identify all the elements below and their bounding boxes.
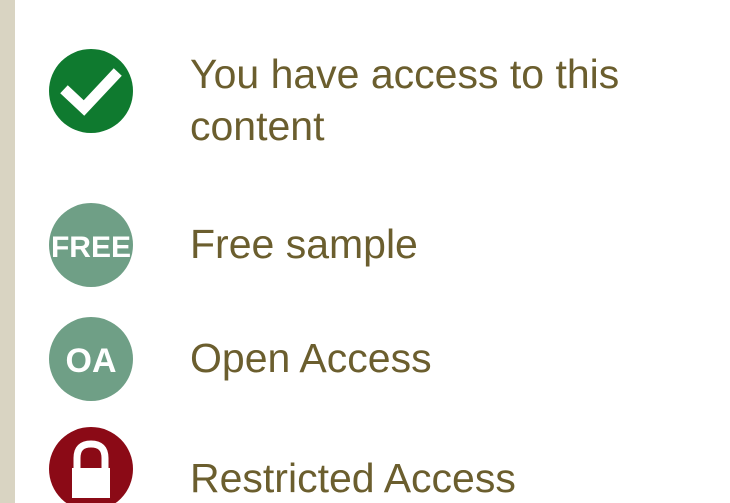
open-access-icon: OA [48,316,134,402]
legend-label-free: Free sample [190,221,418,267]
free-badge-text: FREE [51,231,131,264]
access-legend: You have access to this content FREE Fre… [0,0,730,503]
free-badge-icon: FREE [48,202,134,288]
legend-label-access: You have access to this content [190,51,620,149]
open-access-badge-text: OA [66,342,117,380]
lock-icon [48,426,134,503]
legend-label-open-access: Open Access [190,335,432,381]
checkmark-icon [48,48,134,134]
legend-label-restricted: Restricted Access [190,455,516,501]
